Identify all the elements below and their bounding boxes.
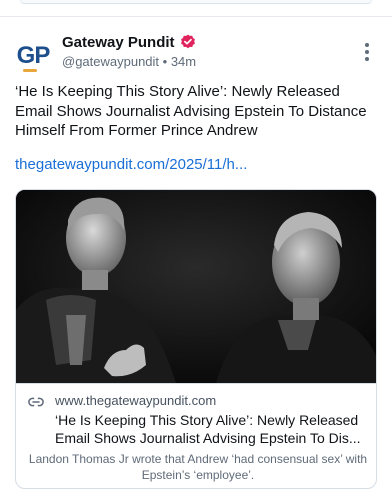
author-handle[interactable]: @gatewaypundit [62, 54, 159, 69]
link-preview-meta: www.thegatewaypundit.com ‘He Is Keeping … [16, 383, 376, 488]
author-name[interactable]: Gateway Pundit [62, 34, 175, 51]
post-text: ‘He Is Keeping This Story Alive’: Newly … [15, 83, 367, 139]
preview-title: ‘He Is Keeping This Story Alive’: Newly … [55, 412, 361, 446]
preview-photo [16, 190, 376, 383]
link-preview-card[interactable]: www.thegatewaypundit.com ‘He Is Keeping … [15, 189, 377, 489]
post-header: Gateway Pundit @gatewaypundit • 34m [62, 32, 352, 70]
more-options-icon[interactable] [364, 43, 370, 61]
avatar-logo-text: GP [16, 42, 51, 69]
link-icon [28, 397, 44, 407]
post-link[interactable]: thegatewaypundit.com/2025/11/h... [15, 156, 380, 173]
preview-description: Landon Thomas Jr wrote that Andrew ‘had … [28, 452, 368, 482]
link-preview-image[interactable] [16, 190, 376, 383]
feed-post[interactable]: GP Gateway Pundit @gatewaypundit • 34m ‘… [0, 17, 392, 500]
meta-separator: • [159, 54, 171, 69]
avatar[interactable]: GP [14, 37, 52, 75]
post-meta: @gatewaypundit • 34m [62, 54, 352, 69]
verified-badge-icon [180, 34, 195, 49]
previous-post-edge [0, 0, 392, 17]
post-time[interactable]: 34m [171, 54, 196, 69]
previous-post-card-bottom [20, 0, 372, 4]
preview-domain: www.thegatewaypundit.com [55, 393, 217, 408]
avatar-swoosh [23, 69, 37, 72]
